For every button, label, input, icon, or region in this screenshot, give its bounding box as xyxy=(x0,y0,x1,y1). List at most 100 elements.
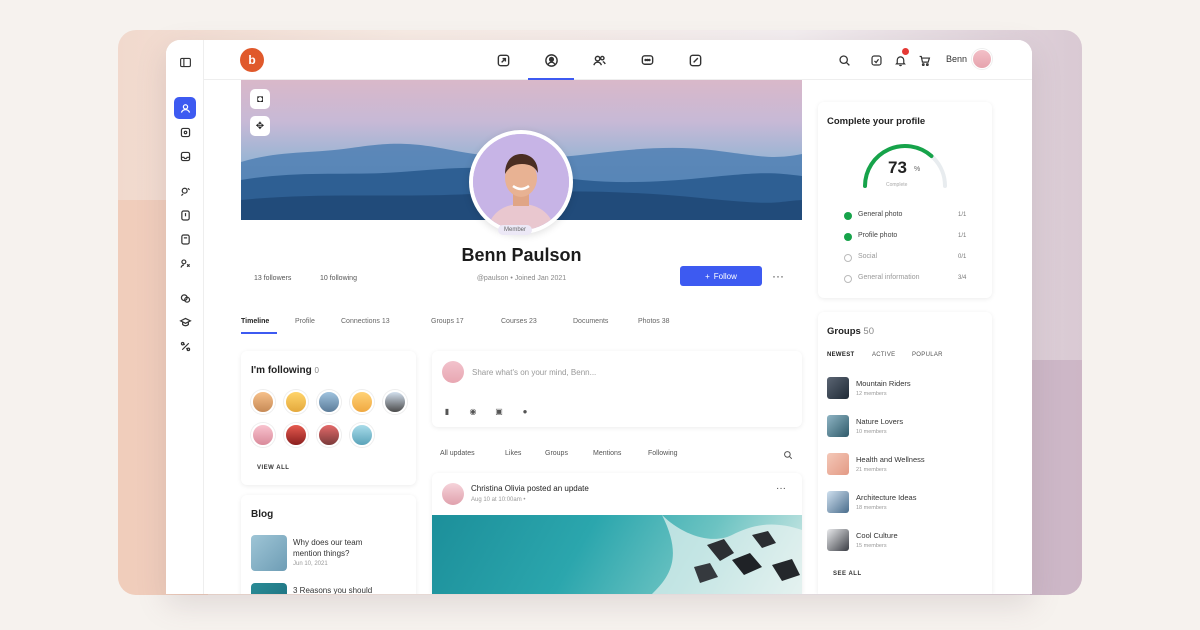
post-author-avatar[interactable] xyxy=(442,483,464,505)
nav-friends-icon[interactable] xyxy=(589,50,609,70)
nav-notes-icon[interactable] xyxy=(685,50,705,70)
group-name[interactable]: Health and Wellness xyxy=(856,455,925,464)
view-all-link[interactable]: VIEW ALL xyxy=(257,465,289,471)
rail-activity-icon[interactable] xyxy=(174,121,196,143)
feed-filter-likes[interactable]: Likes xyxy=(505,450,521,457)
followed-user-avatar[interactable] xyxy=(317,423,341,447)
current-user-name[interactable]: Benn xyxy=(946,54,967,64)
rail-chat-icon[interactable] xyxy=(174,287,196,309)
rail-notes-icon[interactable] xyxy=(174,204,196,226)
group-name[interactable]: Nature Lovers xyxy=(856,417,903,426)
blog-post-title[interactable]: Why does our team mention things? xyxy=(293,537,362,559)
left-rail xyxy=(166,40,204,594)
post-image[interactable] xyxy=(432,515,802,594)
group-name[interactable]: Cool Culture xyxy=(856,531,898,540)
feed-filter-groups[interactable]: Groups xyxy=(545,450,568,457)
feed-search-icon[interactable] xyxy=(782,449,794,461)
checklist-item[interactable]: Profile photo xyxy=(858,232,897,239)
followed-user-avatar[interactable] xyxy=(251,390,275,414)
follow-button[interactable]: + Follow xyxy=(680,266,762,286)
search-icon[interactable] xyxy=(836,52,852,68)
complete-profile-card: Complete your profile 73 % Complete Gene… xyxy=(818,102,992,298)
rail-profile-icon[interactable] xyxy=(174,97,196,119)
tab-courses[interactable]: Courses 23 xyxy=(501,318,537,325)
followed-user-avatar[interactable] xyxy=(350,423,374,447)
followed-user-avatar[interactable] xyxy=(383,390,407,414)
tab-photos[interactable]: Photos 38 xyxy=(638,318,670,325)
checklist-item[interactable]: Social xyxy=(858,253,877,260)
inbox-icon[interactable] xyxy=(868,52,884,68)
cart-icon[interactable] xyxy=(916,52,932,68)
gif-icon[interactable]: ▣ xyxy=(494,406,504,416)
see-all-groups-link[interactable]: SEE ALL xyxy=(833,571,862,577)
group-thumbnail[interactable] xyxy=(827,491,849,513)
profile-photo[interactable] xyxy=(469,130,573,234)
rail-inbox-icon[interactable] xyxy=(174,145,196,167)
following-count[interactable]: 10 following xyxy=(320,275,357,282)
following-card: I'm following 0 VIEW ALL xyxy=(241,351,416,485)
post-composer: Share what's on your mind, Benn... ▮ ◉ ▣… xyxy=(432,351,802,427)
tab-timeline[interactable]: Timeline xyxy=(241,318,269,325)
rail-members-icon[interactable] xyxy=(174,180,196,202)
followers-count[interactable]: 13 followers xyxy=(254,275,291,282)
sidebar-toggle-icon[interactable] xyxy=(174,51,196,73)
post-more-icon[interactable]: ··· xyxy=(776,483,786,494)
app-logo[interactable]: b xyxy=(240,48,264,72)
emoji-icon[interactable]: ● xyxy=(520,406,530,416)
nav-profile-icon[interactable] xyxy=(541,50,561,70)
followed-user-avatar[interactable] xyxy=(317,390,341,414)
profile-tabs: Timeline Profile Connections 13 Groups 1… xyxy=(241,318,802,336)
follow-button-label: Follow xyxy=(713,271,737,281)
followed-user-avatar[interactable] xyxy=(251,423,275,447)
groups-tab-newest[interactable]: NEWEST xyxy=(827,352,854,358)
tab-profile[interactable]: Profile xyxy=(295,318,315,325)
member-badge: Member xyxy=(498,225,533,235)
tab-groups[interactable]: Groups 17 xyxy=(431,318,464,325)
group-members: 21 members xyxy=(856,467,887,473)
more-options-icon[interactable]: ··· xyxy=(772,269,784,283)
check-incomplete-icon xyxy=(844,254,852,262)
nav-activity-icon[interactable] xyxy=(493,50,513,70)
rail-connections-icon[interactable] xyxy=(174,252,196,274)
group-thumbnail[interactable] xyxy=(827,415,849,437)
composer-input[interactable]: Share what's on your mind, Benn... xyxy=(472,368,596,377)
rail-courses-icon[interactable] xyxy=(174,311,196,333)
group-thumbnail[interactable] xyxy=(827,453,849,475)
feed-filter-following[interactable]: Following xyxy=(648,450,678,457)
feed-filter-mentions[interactable]: Mentions xyxy=(593,450,621,457)
checklist-item[interactable]: General photo xyxy=(858,211,902,218)
checklist-value: 0/1 xyxy=(958,254,967,260)
followed-user-avatar[interactable] xyxy=(284,390,308,414)
current-user-avatar[interactable] xyxy=(972,49,992,69)
blog-thumbnail[interactable] xyxy=(251,535,287,571)
following-card-title: I'm following 0 xyxy=(251,365,319,376)
followed-user-avatar[interactable] xyxy=(350,390,374,414)
group-members: 18 members xyxy=(856,505,887,511)
group-thumbnail[interactable] xyxy=(827,377,849,399)
rail-documents-icon[interactable] xyxy=(174,228,196,250)
camera-icon[interactable]: ◉ xyxy=(468,406,478,416)
background-shape xyxy=(1030,360,1082,595)
post-timestamp: Aug 10 at 10:00am • xyxy=(471,497,526,503)
blog-thumbnail[interactable] xyxy=(251,583,287,594)
group-members: 12 members xyxy=(856,391,887,397)
feed-filter-all[interactable]: All updates xyxy=(440,450,475,457)
tab-documents[interactable]: Documents xyxy=(573,318,608,325)
move-icon[interactable]: ✥ xyxy=(250,116,270,136)
group-name[interactable]: Mountain Riders xyxy=(856,379,911,388)
group-thumbnail[interactable] xyxy=(827,529,849,551)
profile-name: Benn Paulson xyxy=(461,245,582,265)
blog-post-title[interactable]: 3 Reasons you should xyxy=(293,585,372,594)
followed-user-avatar[interactable] xyxy=(284,423,308,447)
video-icon[interactable]: ▮ xyxy=(442,406,452,416)
checklist-item[interactable]: General information xyxy=(858,274,919,281)
group-name[interactable]: Architecture Ideas xyxy=(856,493,916,502)
tab-connections[interactable]: Connections 13 xyxy=(341,318,390,325)
groups-tab-active[interactable]: ACTIVE xyxy=(872,352,895,358)
groups-card: Groups 50 NEWEST ACTIVE POPULAR Mountain… xyxy=(818,312,992,594)
nav-messages-icon[interactable] xyxy=(637,50,657,70)
rail-settings-icon[interactable] xyxy=(174,335,196,357)
groups-tab-popular[interactable]: POPULAR xyxy=(912,352,943,358)
post-author-line[interactable]: Christina Olivia posted an update xyxy=(471,484,589,493)
camera-icon[interactable]: ◘ xyxy=(250,89,270,109)
